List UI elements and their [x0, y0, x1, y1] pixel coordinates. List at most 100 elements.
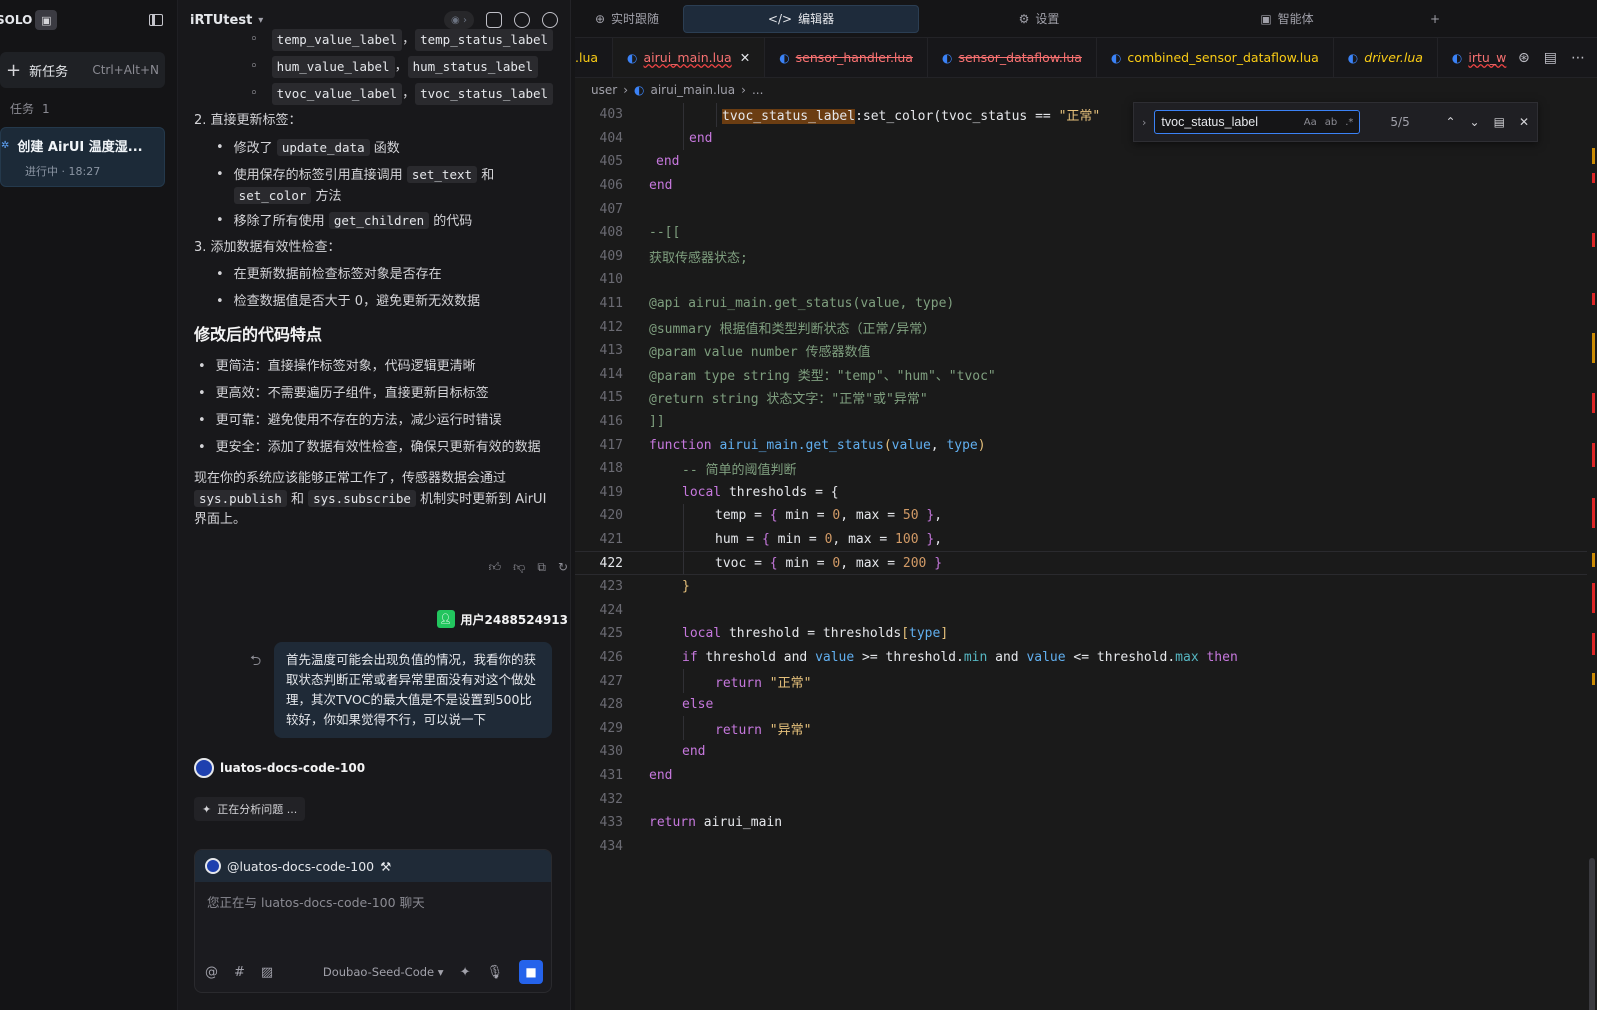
microphone-icon[interactable]: 🎙︎ [486, 965, 503, 980]
file-tab[interactable]: ◐ sensor_handler.lua [765, 38, 928, 77]
find-count: 5/5 [1390, 115, 1410, 129]
toggle-sidebar-icon[interactable] [149, 14, 163, 26]
agent-context-label: @luatos-docs-code-100 [227, 858, 375, 874]
split-editor-icon[interactable]: ▤ [1544, 50, 1557, 66]
copy-icon[interactable]: ⧉ [537, 560, 546, 575]
code-line: 432 [599, 791, 623, 807]
code-icon: </> [767, 11, 793, 26]
code-line: 431 end [599, 767, 673, 783]
add-tab-button[interactable]: + [1415, 5, 1455, 33]
image-icon[interactable]: ▨ [261, 965, 273, 980]
lua-file-icon: ◐ [941, 50, 953, 65]
scrollbar-thumb[interactable] [1589, 858, 1595, 1010]
chat-input[interactable] [195, 882, 551, 952]
code-line: 434 [599, 838, 623, 854]
code-line: 427 return "正常" [575, 669, 1587, 693]
scrollbar[interactable] [1587, 103, 1597, 1010]
list-item: temp_value_label，temp_status_label [250, 26, 554, 53]
agent-context: @luatos-docs-code-100 ⚒ [195, 850, 551, 882]
loading-icon: ✲ [1, 140, 10, 151]
breadcrumb-item[interactable]: user [591, 83, 617, 97]
tools-icon[interactable]: ⚒ [380, 859, 391, 874]
code-line: 429 return "异常" [575, 716, 1587, 741]
tab-editor[interactable]: </> 编辑器 [683, 4, 919, 33]
tab-live-follow[interactable]: ⊕ 实时跟随 [579, 5, 675, 33]
code-area[interactable]: 403 tvoc_status_label:set_color(tvoc_stat… [575, 103, 1587, 858]
code-line: 428 else [599, 697, 714, 713]
find-input-box[interactable]: Aa ab .* [1154, 110, 1361, 134]
agent-name: luatos-docs-code-100 [220, 761, 366, 775]
file-tab[interactable]: .lua [575, 38, 614, 77]
list-item: 更安全：添加了数据有效性检查，确保只更新有效的数据 [198, 434, 552, 461]
list-item: 检查数据值是否大于 0，避免更新无效数据 [216, 288, 552, 315]
close-icon[interactable]: ✕ [740, 50, 750, 65]
regex-icon[interactable]: .* [1345, 117, 1353, 128]
tasks-label: 任务 [10, 102, 35, 116]
code-line: 409 获取传感器状态; [599, 248, 748, 266]
previous-match-icon[interactable]: ⌃ [1445, 115, 1455, 129]
thumbs-down-icon[interactable]: 👎︎ [513, 560, 525, 575]
undo-icon[interactable]: ⮌ [250, 650, 261, 674]
code-line: 420 temp = { min = 0, max = 50 }, [575, 504, 1587, 528]
ai-icon[interactable]: ⊛ [1518, 50, 1530, 66]
solo-mode-icon[interactable]: ▣ [35, 10, 58, 30]
find-input[interactable] [1161, 115, 1292, 129]
agent-icon: ▣ [1260, 11, 1272, 26]
task-title: 创建 AirUI 温度湿... [17, 140, 143, 155]
code-line: 423} [599, 579, 690, 595]
code-line: 417 function airui_main.get_status(value,… [599, 437, 986, 453]
task-item[interactable]: ✲ 创建 AirUI 温度湿... 进行中 · 18:27 [0, 127, 165, 187]
gear-icon: ⚙ [1018, 11, 1030, 26]
sparkle-icon[interactable]: ✦ [460, 965, 471, 980]
next-match-icon[interactable]: ⌄ [1470, 115, 1480, 129]
more-icon[interactable]: ⋯ [1571, 50, 1585, 66]
send-button[interactable]: ■ [519, 960, 543, 984]
code-line: 411 @api airui_main.get_status(value, typ… [599, 296, 955, 312]
code-line: 413 @param value number 传感器数值 [599, 343, 871, 361]
plus-icon: + [6, 59, 22, 81]
find-in-selection-icon[interactable]: ▤ [1494, 115, 1505, 129]
whole-word-icon[interactable]: ab [1325, 117, 1337, 128]
match-case-icon[interactable]: Aa [1304, 117, 1317, 128]
new-task-button[interactable]: + 新任务 Ctrl+Alt+N [0, 52, 165, 88]
code-line: 433 return airui_main [599, 815, 783, 831]
hash-icon[interactable]: # [234, 965, 245, 980]
close-icon[interactable]: ✕ [1519, 115, 1529, 129]
code-line: 415 @return string 状态文字："正常"或"异常" [599, 390, 928, 408]
file-tab[interactable]: ◐ driver.lua [1334, 38, 1438, 77]
code-line: 414 @param type string 类型："temp"、"hum"、"t… [599, 366, 996, 384]
chevron-right-icon: › [741, 83, 746, 97]
tab-settings[interactable]: ⚙ 设置 [919, 5, 1159, 33]
agent-header: luatos-docs-code-100 [194, 758, 365, 778]
code-line: 418 -- 简单的阈值判断 [599, 461, 797, 479]
code-line: 410 [599, 272, 623, 288]
mention-icon[interactable]: @ [205, 965, 218, 980]
list-item: 3. 添加数据有效性检查： [194, 239, 341, 255]
toggle-replace-icon[interactable]: › [1142, 116, 1146, 129]
chat-messages: temp_value_label，temp_status_label hum_v… [194, 26, 554, 530]
lua-file-icon: ◐ [1347, 50, 1359, 65]
tab-agents[interactable]: ▣ 智能体 [1159, 5, 1415, 33]
code-line: 419 local thresholds = { [599, 484, 839, 500]
file-tab[interactable]: ◐ sensor_dataflow.lua [928, 38, 1097, 77]
file-tab-active[interactable]: ◐ airui_main.lua ✕ [613, 38, 766, 77]
refresh-icon[interactable]: ↻ [558, 560, 568, 575]
agent-logo-icon [194, 758, 214, 778]
file-tabs: .lua ◐ airui_main.lua ✕ ◐ sensor_handler.lu… [575, 38, 1597, 78]
sparkle-icon: ✦ [202, 802, 212, 816]
code-line: 416]] [599, 414, 665, 430]
user-name: 用户2488524913 [460, 612, 569, 627]
file-tab[interactable]: ◐ combined_sensor_dataflow.lua [1097, 38, 1334, 77]
agent-logo-icon [205, 858, 221, 874]
chevron-down-icon[interactable]: ▾ [258, 15, 263, 26]
list-item: 2. 直接更新标签： [194, 112, 302, 128]
breadcrumb-item[interactable]: ... [752, 83, 763, 97]
model-select[interactable]: Doubao-Seed-Code ▾ [323, 965, 444, 979]
list-item: 更高效：不需要遍历子组件，直接更新目标标签 [198, 380, 552, 407]
thumbs-up-icon[interactable]: 👍︎ [489, 560, 502, 575]
code-line: 405 end [599, 154, 680, 170]
list-item: 修改了 update_data 函数 [216, 134, 552, 161]
task-status: 进行中 · 18:27 [25, 165, 101, 178]
breadcrumb-item[interactable]: airui_main.lua [650, 83, 735, 97]
list-item: hum_value_label，hum_status_label [250, 53, 552, 80]
